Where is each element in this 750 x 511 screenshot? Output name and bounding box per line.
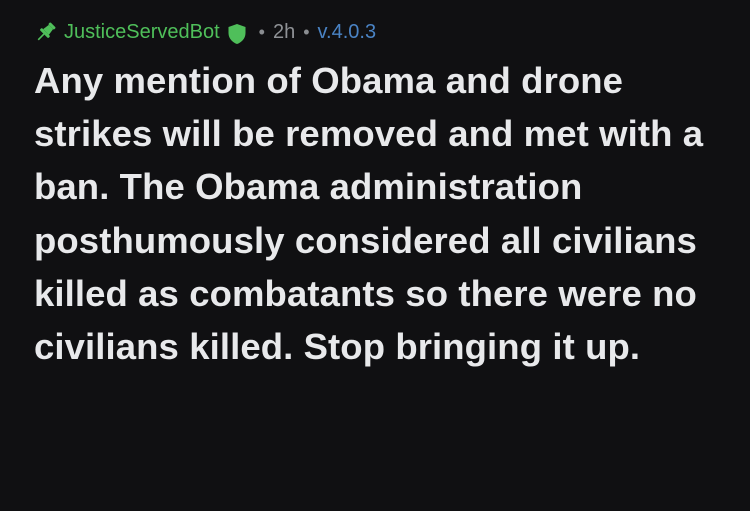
meta-separator: • [303, 22, 310, 42]
bot-version: v.4.0.3 [317, 21, 377, 43]
pin-icon [34, 20, 58, 44]
comment-timestamp: 2h [272, 21, 296, 43]
comment-body-text: Any mention of Obama and drone strikes w… [34, 60, 704, 368]
comment-card: JusticeServedBot • 2h • v.4.0.3 Any ment… [0, 0, 750, 511]
shield-icon [227, 21, 247, 44]
comment-meta: JusticeServedBot • 2h • v.4.0.3 [34, 14, 716, 50]
meta-separator: • [258, 22, 265, 42]
author-name[interactable]: JusticeServedBot [64, 14, 220, 50]
comment-body: Any mention of Obama and drone strikes w… [34, 54, 724, 373]
